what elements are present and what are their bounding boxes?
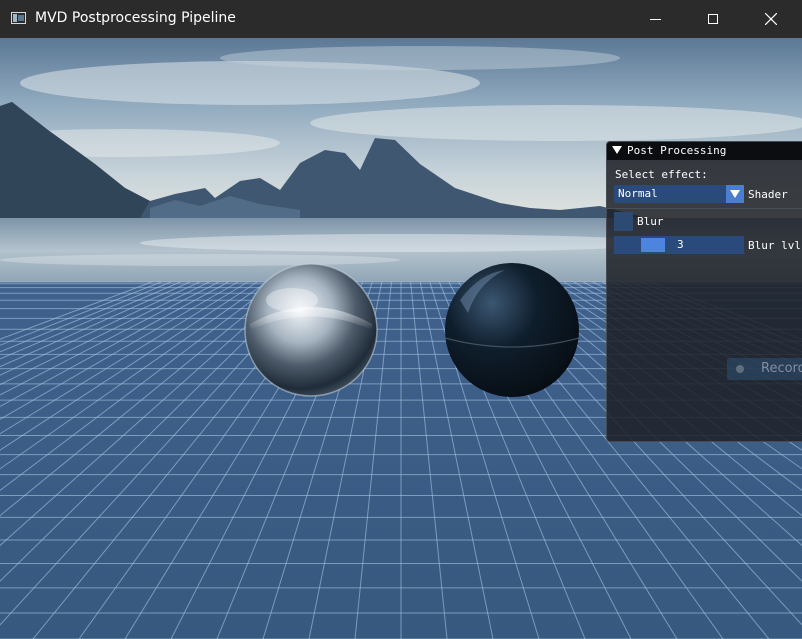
- record-button[interactable]: Record: [727, 358, 802, 380]
- cloud: [310, 105, 802, 141]
- effect-combo-arrow-button[interactable]: [726, 185, 744, 203]
- record-button-label: Record: [761, 361, 802, 376]
- blur-level-slider[interactable]: 3: [614, 236, 744, 254]
- post-processing-window[interactable]: Post Processing Select effect: Normal Sh…: [606, 141, 802, 442]
- close-button[interactable]: [742, 0, 800, 38]
- water-glint: [140, 234, 660, 252]
- minimize-button[interactable]: [626, 0, 684, 38]
- collapse-triangle-icon[interactable]: [612, 146, 622, 154]
- minimize-icon: [649, 18, 661, 20]
- cloud: [220, 46, 620, 70]
- window-title: MVD Postprocessing Pipeline: [35, 10, 236, 26]
- effect-combo-box[interactable]: Normal: [614, 185, 744, 203]
- blur-level-value: 3: [677, 238, 684, 251]
- maximize-button[interactable]: [684, 0, 742, 38]
- slider-grab-handle[interactable]: [641, 238, 665, 252]
- app-window-icon: [11, 12, 26, 24]
- water-glint: [0, 254, 400, 266]
- shader-combo-label: Shader: [748, 188, 788, 201]
- dark-blue-sphere: [444, 263, 580, 397]
- title-bar[interactable]: MVD Postprocessing Pipeline: [0, 0, 802, 38]
- blur-checkbox[interactable]: [614, 212, 633, 231]
- record-dot-icon: [736, 365, 744, 373]
- maximize-icon: [708, 14, 718, 24]
- chevron-down-icon: [730, 190, 740, 198]
- select-effect-label: Select effect:: [615, 168, 708, 181]
- divider: [607, 208, 802, 209]
- render-viewport[interactable]: Post Processing Select effect: Normal Sh…: [0, 38, 802, 639]
- effect-combo-value: Normal: [618, 187, 658, 200]
- blur-level-label: Blur lvl: [748, 239, 801, 252]
- blur-checkbox-label: Blur: [637, 215, 664, 228]
- app-window: MVD Postprocessing Pipeline Post Process…: [0, 0, 802, 639]
- post-processing-title-bar[interactable]: Post Processing: [607, 142, 802, 160]
- chrome-sphere: [244, 263, 378, 397]
- close-icon: [765, 13, 777, 25]
- post-processing-title: Post Processing: [627, 144, 727, 157]
